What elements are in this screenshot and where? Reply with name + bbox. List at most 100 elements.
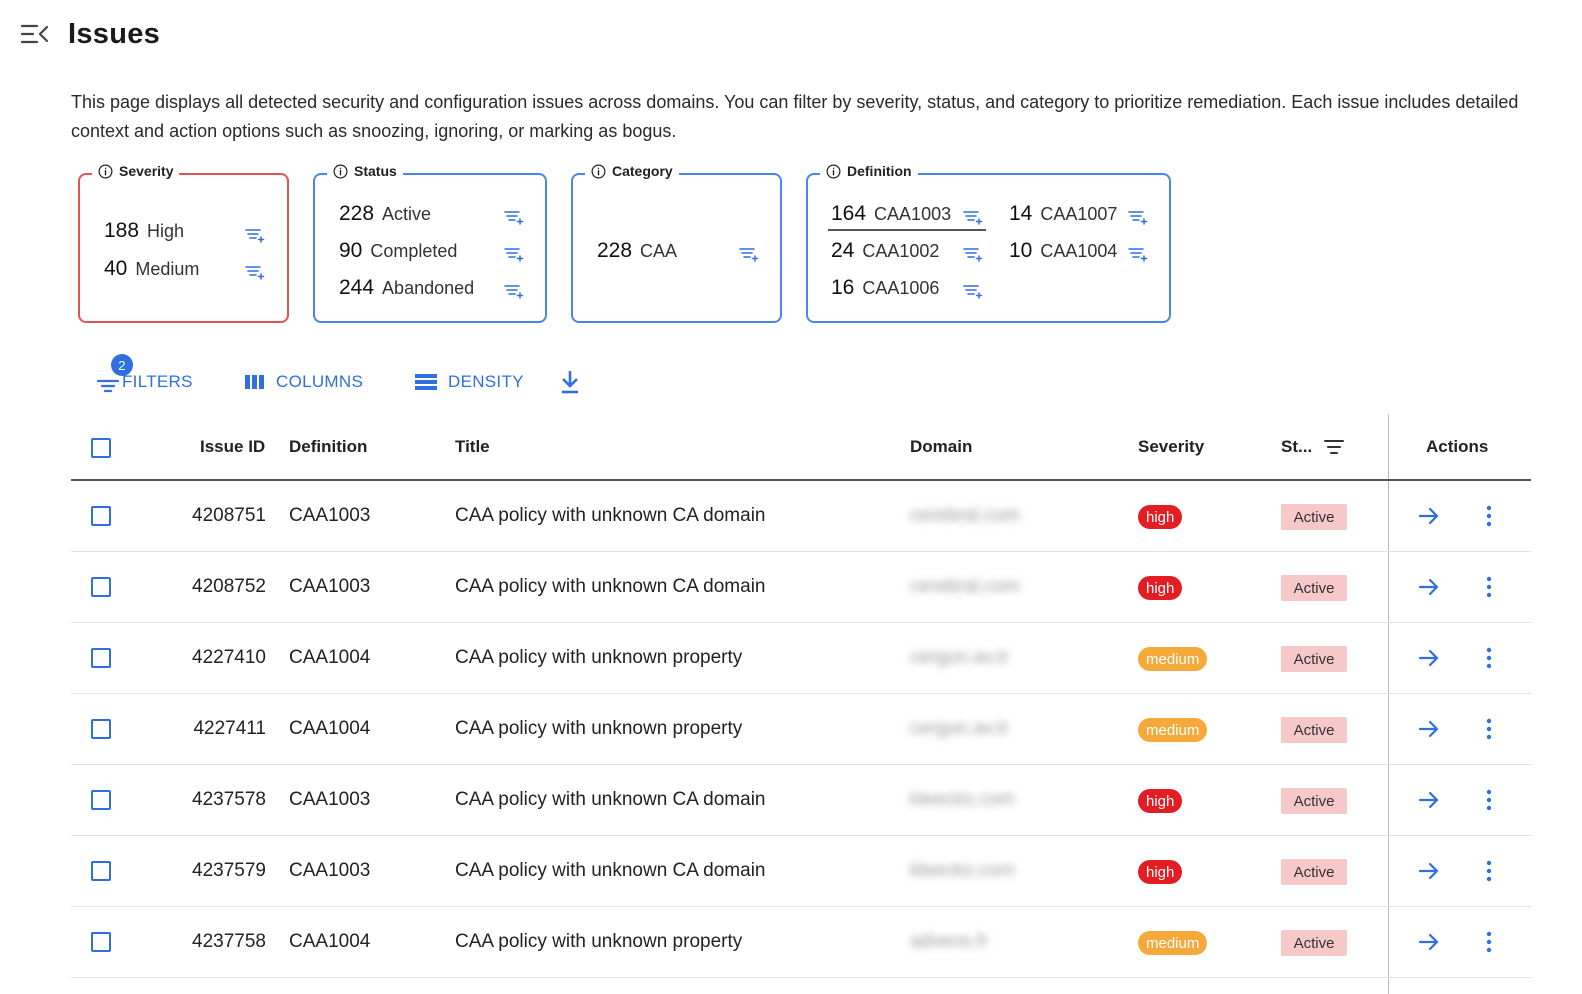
- status-legend: Status: [327, 163, 403, 179]
- severity-badge: medium: [1138, 931, 1208, 955]
- title-cell[interactable]: CAA policy with unknown property: [455, 647, 742, 669]
- selected-underline: [828, 229, 986, 231]
- definition-cell: CAA1003: [289, 505, 371, 526]
- table-row[interactable]: 4227410 CAA1004 CAA policy with unknown …: [71, 623, 1531, 694]
- stat-count: 188: [104, 219, 140, 242]
- row-checkbox[interactable]: [91, 577, 111, 597]
- title-cell[interactable]: CAA policy with unknown CA domain: [455, 505, 766, 527]
- filter-add-icon[interactable]: [963, 246, 983, 262]
- more-vert-icon[interactable]: [1479, 575, 1499, 599]
- table-row[interactable]: 4227411 CAA1004 CAA policy with unknown …: [71, 694, 1531, 765]
- title-cell[interactable]: CAA policy with unknown property: [455, 931, 742, 953]
- severity-badge: high: [1138, 576, 1183, 600]
- page-header: Issues: [20, 14, 160, 54]
- table-row[interactable]: 4208752 CAA1003 CAA policy with unknown …: [71, 552, 1531, 623]
- filter-add-icon[interactable]: [245, 227, 265, 243]
- column-header-title[interactable]: Title: [455, 437, 490, 457]
- page-description: This page displays all detected security…: [71, 92, 1519, 141]
- menu-collapse-icon[interactable]: [20, 19, 50, 49]
- columns-button[interactable]: COLUMNS: [244, 366, 363, 398]
- open-issue-arrow-icon[interactable]: [1417, 717, 1441, 741]
- filter-add-icon[interactable]: [1128, 246, 1148, 262]
- select-all-checkbox[interactable]: [91, 438, 111, 458]
- severity-card: Severity 188 High 40 Medium: [78, 163, 289, 323]
- filter-add-icon[interactable]: [504, 209, 524, 225]
- more-vert-icon[interactable]: [1479, 930, 1499, 954]
- category-legend-label: Category: [612, 163, 673, 179]
- severity-medium-stat: 40 Medium: [104, 257, 199, 281]
- severity-legend-label: Severity: [119, 163, 174, 179]
- filter-add-icon[interactable]: [1128, 209, 1148, 225]
- column-filter-icon[interactable]: [1324, 439, 1344, 455]
- stat-count: 228: [597, 239, 633, 262]
- stat-label: CAA1003: [874, 204, 952, 224]
- density-icon: [415, 374, 437, 390]
- row-checkbox[interactable]: [91, 861, 111, 881]
- open-issue-arrow-icon[interactable]: [1417, 859, 1441, 883]
- stat-label: Completed: [370, 241, 458, 261]
- stat-count: 90: [339, 239, 363, 262]
- open-issue-arrow-icon[interactable]: [1417, 575, 1441, 599]
- filters-count-badge: 2: [111, 354, 133, 376]
- status-badge: Active: [1281, 930, 1347, 956]
- row-checkbox[interactable]: [91, 719, 111, 739]
- page-title: Issues: [68, 17, 161, 50]
- filter-add-icon[interactable]: [504, 246, 524, 262]
- row-checkbox[interactable]: [91, 790, 111, 810]
- table-row[interactable]: 4237758 CAA1004 CAA policy with unknown …: [71, 907, 1531, 978]
- definition-legend-label: Definition: [847, 163, 912, 179]
- column-header-severity[interactable]: Severity: [1138, 437, 1204, 457]
- stat-label: Abandoned: [382, 278, 475, 298]
- column-header-definition[interactable]: Definition: [289, 437, 367, 457]
- column-header-domain[interactable]: Domain: [910, 437, 972, 457]
- stat-label: High: [147, 221, 185, 241]
- definition-cell: CAA1003: [289, 789, 371, 810]
- definition-caa1006-stat: 16 CAA1006: [831, 276, 939, 300]
- row-checkbox[interactable]: [91, 648, 111, 668]
- table-row[interactable]: 4237578 CAA1003 CAA policy with unknown …: [71, 765, 1531, 836]
- severity-badge: high: [1138, 789, 1183, 813]
- definition-caa1003-stat[interactable]: 164 CAA1003: [831, 202, 951, 226]
- row-checkbox[interactable]: [91, 932, 111, 952]
- title-cell[interactable]: CAA policy with unknown CA domain: [455, 576, 766, 598]
- stat-count: 164: [831, 202, 867, 225]
- table-row[interactable]: 4208751 CAA1003 CAA policy with unknown …: [71, 481, 1531, 552]
- column-header-status[interactable]: St...: [1281, 437, 1312, 457]
- filter-add-icon[interactable]: [739, 246, 759, 262]
- definition-caa1007-stat: 14 CAA1007: [1009, 202, 1117, 226]
- more-vert-icon[interactable]: [1479, 717, 1499, 741]
- status-badge: Active: [1281, 859, 1347, 885]
- severity-badge: high: [1138, 505, 1183, 529]
- issue-id: 4208752: [192, 576, 266, 597]
- column-header-issue-id[interactable]: Issue ID: [200, 437, 265, 457]
- open-issue-arrow-icon[interactable]: [1417, 930, 1441, 954]
- export-button[interactable]: [558, 366, 582, 398]
- open-issue-arrow-icon[interactable]: [1417, 504, 1441, 528]
- definition-cell: CAA1004: [289, 647, 371, 668]
- more-vert-icon[interactable]: [1479, 859, 1499, 883]
- title-cell[interactable]: CAA policy with unknown CA domain: [455, 860, 766, 882]
- info-icon: [333, 164, 348, 178]
- severity-legend: Severity: [92, 163, 180, 179]
- density-button[interactable]: DENSITY: [414, 366, 524, 398]
- issue-id: 4237758: [192, 931, 266, 952]
- filter-add-icon[interactable]: [963, 283, 983, 299]
- more-vert-icon[interactable]: [1479, 504, 1499, 528]
- filter-add-icon[interactable]: [504, 283, 524, 299]
- title-cell[interactable]: CAA policy with unknown CA domain: [455, 789, 766, 811]
- definition-cell: CAA1004: [289, 931, 371, 952]
- status-badge: Active: [1281, 717, 1347, 743]
- filter-add-icon[interactable]: [963, 209, 983, 225]
- issue-id: 4237578: [192, 789, 266, 810]
- stat-count: 14: [1009, 202, 1033, 225]
- table-row[interactable]: 4237579 CAA1003 CAA policy with unknown …: [71, 836, 1531, 907]
- open-issue-arrow-icon[interactable]: [1417, 788, 1441, 812]
- title-cell[interactable]: CAA policy with unknown property: [455, 718, 742, 740]
- open-issue-arrow-icon[interactable]: [1417, 646, 1441, 670]
- more-vert-icon[interactable]: [1479, 646, 1499, 670]
- domain-cell: cerebral.com: [910, 505, 1020, 526]
- more-vert-icon[interactable]: [1479, 788, 1499, 812]
- row-checkbox[interactable]: [91, 506, 111, 526]
- filters-button[interactable]: 2 FILTERS: [96, 354, 193, 398]
- filter-add-icon[interactable]: [245, 264, 265, 280]
